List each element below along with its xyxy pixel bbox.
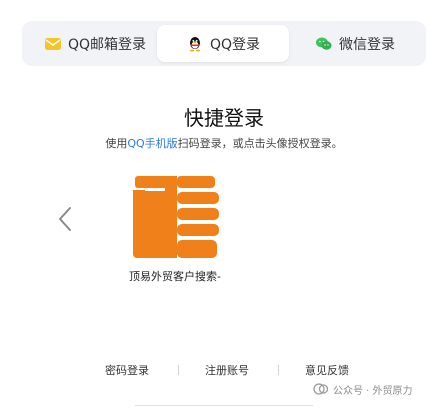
- instructions-prefix: 使用: [105, 137, 128, 150]
- mail-icon: [44, 37, 61, 50]
- page-title: 快捷登录: [184, 106, 264, 130]
- watermark: 公众号 · 外贸原力: [313, 381, 413, 397]
- qq-penguin-icon: [189, 36, 201, 51]
- footer-divider: [278, 365, 279, 375]
- instructions-suffix: 扫码登录，或点击头像授权登录。: [177, 137, 343, 150]
- tab-qq-login[interactable]: QQ登录: [157, 25, 289, 62]
- wechat-official-account-icon: [313, 383, 329, 395]
- register-account-link[interactable]: 注册账号: [205, 362, 249, 378]
- tab-label: QQ邮箱登录: [67, 36, 147, 53]
- account-avatar[interactable]: [133, 176, 219, 258]
- tab-qq-mail-login[interactable]: QQ邮箱登录: [34, 25, 156, 62]
- qq-mobile-link[interactable]: QQ手机版: [127, 137, 177, 150]
- tab-label: 微信登录: [339, 36, 395, 53]
- bottom-divider: [135, 405, 313, 406]
- chevron-left-icon[interactable]: [56, 206, 74, 232]
- wechat-icon: [316, 37, 332, 50]
- account-name[interactable]: 顶易外贸客户搜索-: [100, 268, 250, 284]
- tab-label: QQ登录: [209, 36, 261, 53]
- password-login-link[interactable]: 密码登录: [105, 362, 149, 378]
- footer-divider: [178, 365, 179, 375]
- feedback-link[interactable]: 意见反馈: [305, 362, 349, 378]
- login-tab-bar: QQ邮箱登录 QQ登录 微信登录: [22, 21, 426, 66]
- login-instructions: 使用QQ手机版扫码登录，或点击头像授权登录。: [0, 135, 448, 151]
- watermark-text: 公众号 · 外贸原力: [333, 385, 413, 397]
- tab-wechat-login[interactable]: 微信登录: [290, 25, 420, 62]
